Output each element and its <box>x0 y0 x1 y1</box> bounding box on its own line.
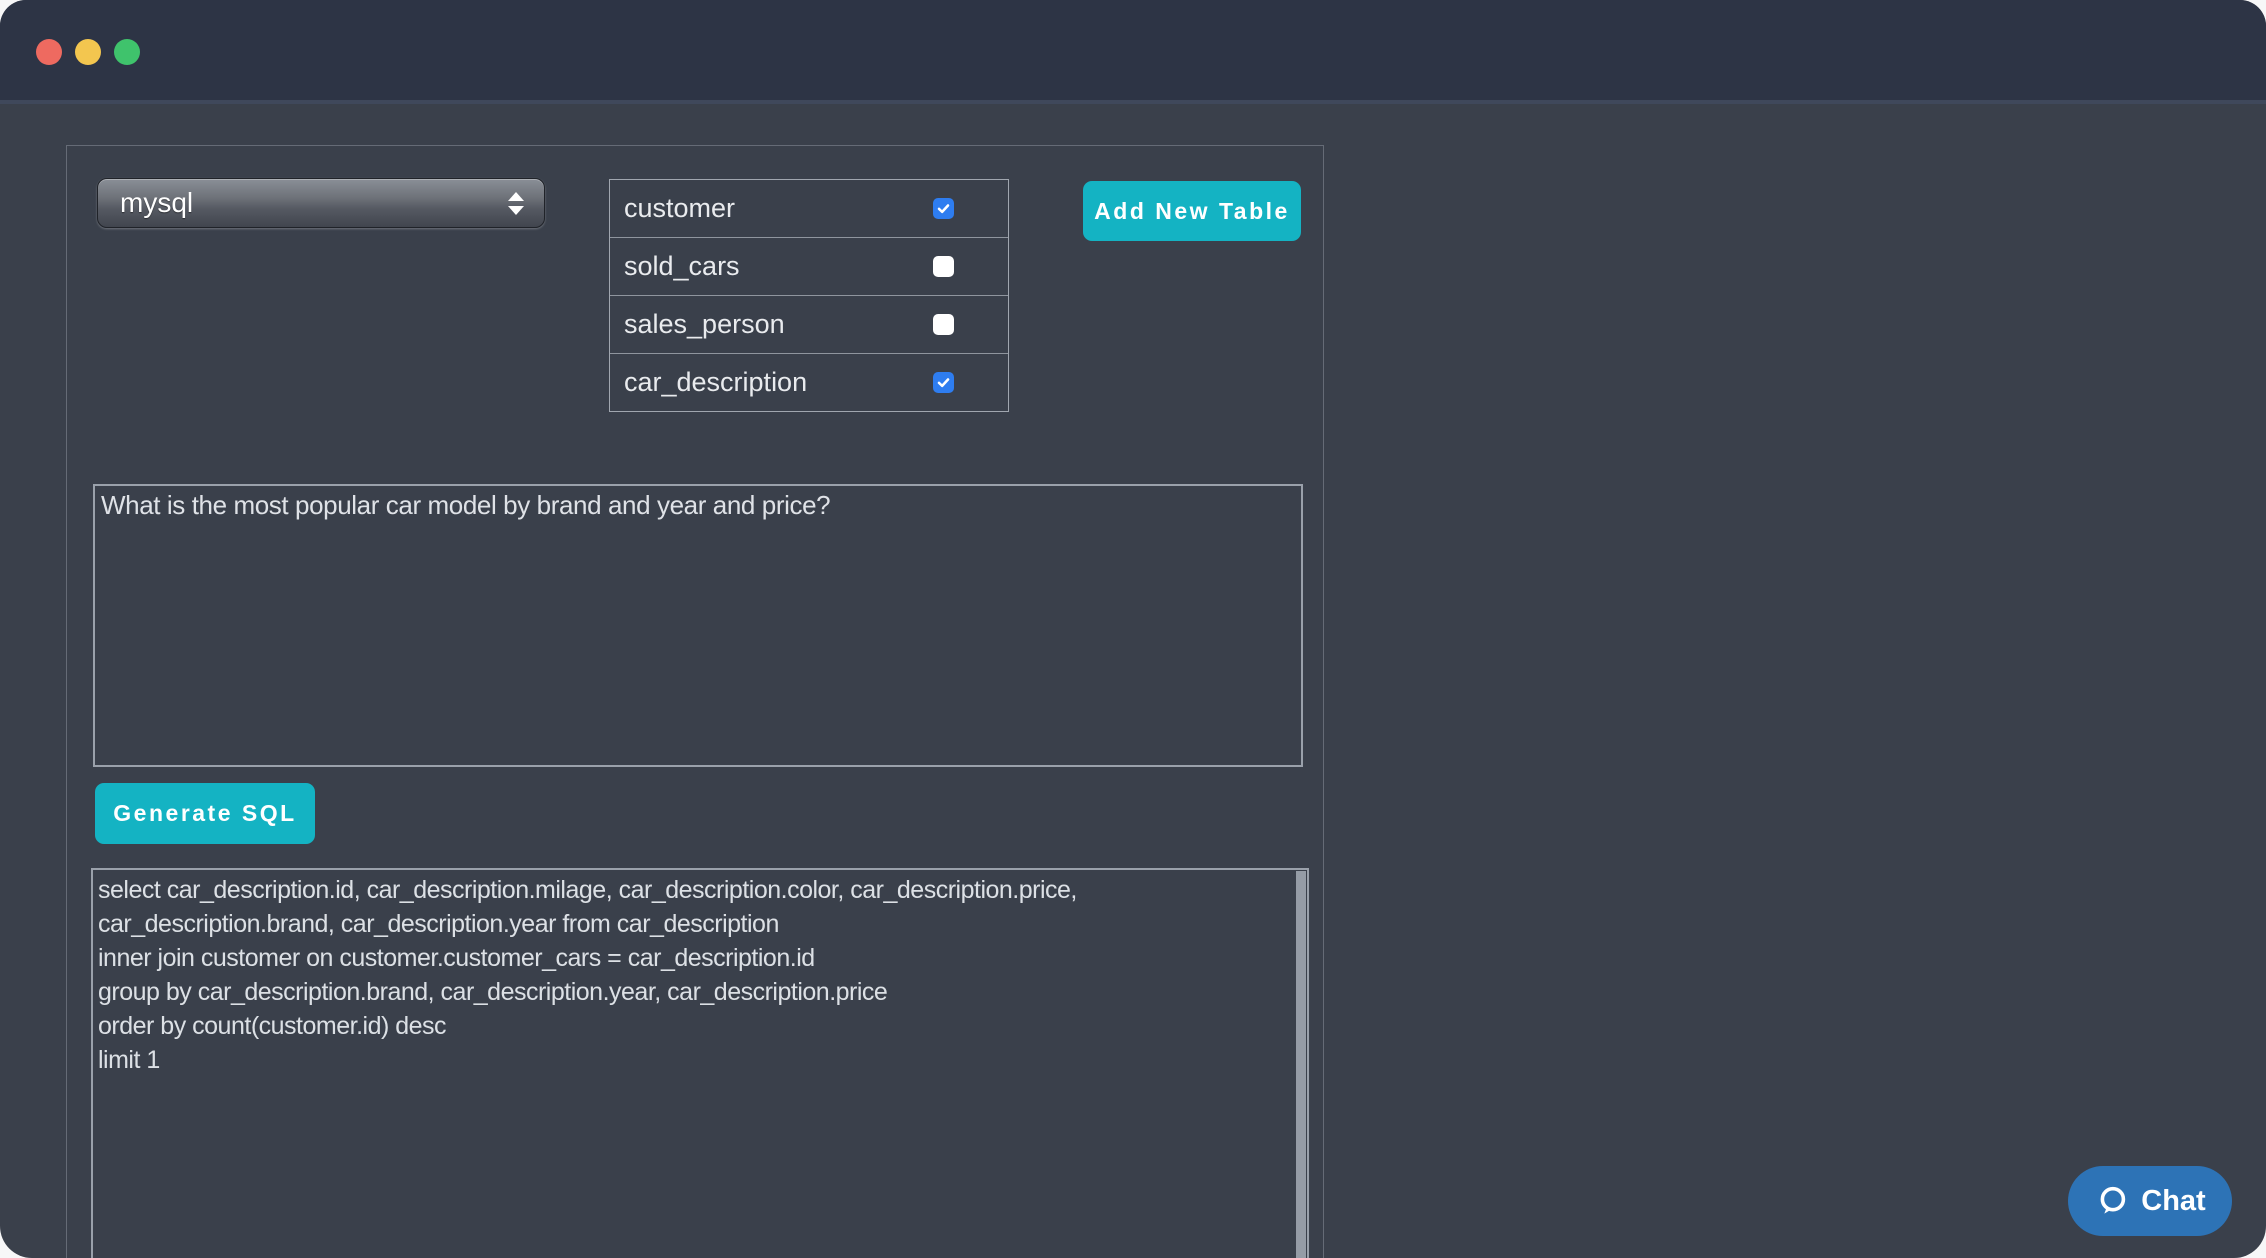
minimize-window-button[interactable] <box>75 39 101 65</box>
sql-scrollbar[interactable] <box>1296 871 1306 1258</box>
app-window: mysql customer sold_cars sales_person car_d… <box>0 0 2266 1258</box>
table-name-label: car_description <box>624 367 807 398</box>
table-checkbox-unchecked[interactable] <box>933 256 954 277</box>
titlebar <box>0 0 2266 100</box>
close-window-button[interactable] <box>36 39 62 65</box>
table-name-label: sold_cars <box>624 251 740 282</box>
database-select[interactable]: mysql <box>97 178 545 228</box>
table-list: customer sold_cars sales_person car_descrip… <box>609 179 1009 412</box>
main-panel: mysql customer sold_cars sales_person car_d… <box>66 145 1324 1258</box>
chat-bubble-icon <box>2094 1183 2130 1219</box>
sql-output[interactable]: select car_description.id, car_descripti… <box>93 870 1307 1258</box>
question-input[interactable]: What is the most popular car model by br… <box>93 484 1303 767</box>
database-select-value: mysql <box>120 187 544 219</box>
chat-button[interactable]: Chat <box>2068 1166 2232 1236</box>
table-checkbox-unchecked[interactable] <box>933 314 954 335</box>
add-new-table-button[interactable]: Add New Table <box>1083 181 1301 241</box>
table-name-label: customer <box>624 193 735 224</box>
generate-sql-button[interactable]: Generate SQL <box>95 783 315 844</box>
chat-button-label: Chat <box>2141 1185 2205 1218</box>
titlebar-divider <box>0 100 2266 104</box>
table-checkbox-checked[interactable] <box>933 372 954 393</box>
zoom-window-button[interactable] <box>114 39 140 65</box>
table-checkbox-checked[interactable] <box>933 198 954 219</box>
select-stepper-icon <box>508 179 524 227</box>
table-name-label: sales_person <box>624 309 785 340</box>
table-row: car_description <box>610 353 1008 411</box>
table-row: sold_cars <box>610 237 1008 295</box>
table-row: customer <box>610 180 1008 237</box>
sql-output-container: select car_description.id, car_descripti… <box>91 868 1309 1258</box>
table-row: sales_person <box>610 295 1008 353</box>
window-controls <box>36 39 140 65</box>
